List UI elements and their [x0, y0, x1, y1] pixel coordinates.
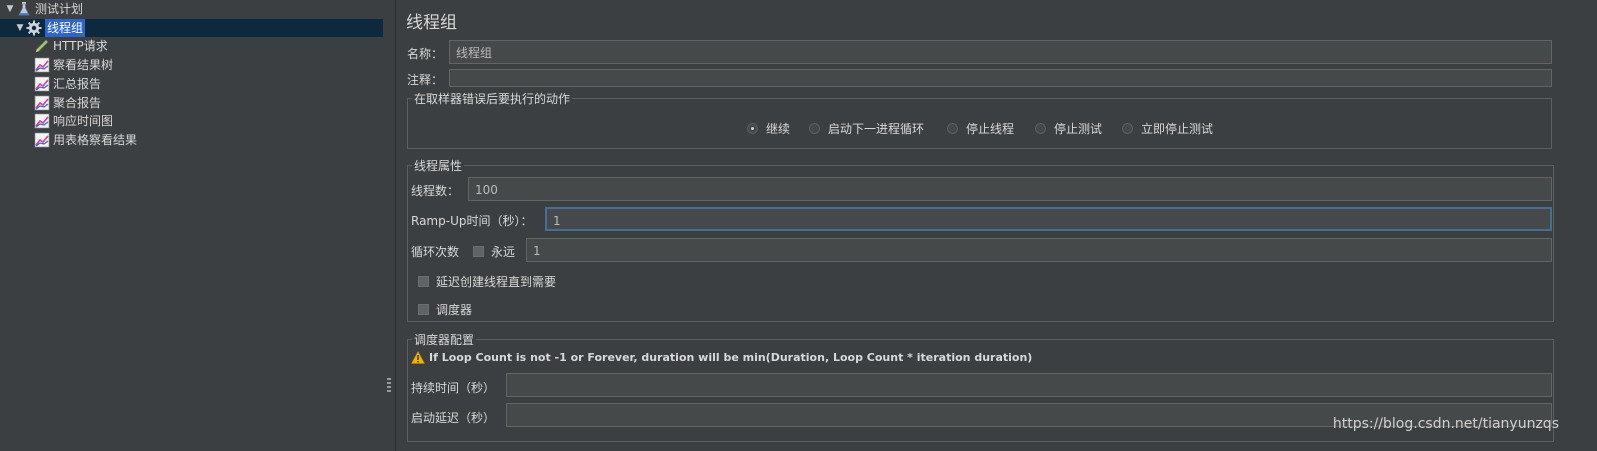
rampup-label: Ramp-Up时间（秒）： [411, 214, 533, 228]
checkbox-label: 延迟创建线程直到需要 [436, 275, 557, 289]
radio-label: 启动下一进程循环 [828, 122, 925, 136]
tree-node-thread-group[interactable]: ▼ 线程组 [0, 19, 383, 37]
tree-node-aggregate-report[interactable]: 聚合报告 [34, 94, 101, 112]
thread-properties-title: 线程属性 [412, 157, 465, 174]
radio-label: 继续 [766, 122, 791, 136]
threads-label: 线程数： [411, 184, 460, 198]
tree-node-test-plan[interactable]: ▼ 测试计划 [4, 0, 83, 18]
tree-label-thread-group: 线程组 [45, 19, 86, 37]
split-pane-divider[interactable] [383, 0, 396, 451]
tree-node-summary-report[interactable]: 汇总报告 [34, 75, 101, 93]
gear-icon [26, 20, 42, 36]
radio-dot[interactable] [947, 123, 958, 134]
divider-grip-icon[interactable] [387, 378, 391, 392]
warning-icon [411, 351, 425, 364]
scheduler-warning: If Loop Count is not -1 or Forever, dura… [411, 351, 1032, 364]
graph-icon [34, 57, 50, 73]
tree-label-test-plan: 测试计划 [35, 2, 84, 16]
radio-label: 立即停止测试 [1141, 122, 1214, 136]
radio-label: 停止线程 [966, 122, 1015, 136]
graph-icon [34, 95, 50, 111]
radio-continue[interactable]: 继续 [747, 120, 790, 137]
checkbox-box[interactable] [418, 304, 429, 315]
comment-label: 注释： [407, 73, 444, 87]
radio-dot[interactable] [1122, 123, 1133, 134]
duration-label: 持续时间（秒） [411, 381, 496, 395]
page-title: 线程组 [406, 13, 457, 33]
tree-node-view-results-table[interactable]: 用表格察看结果 [34, 131, 137, 149]
radio-dot[interactable] [1035, 123, 1046, 134]
name-label: 名称： [407, 47, 444, 61]
graph-icon [34, 76, 50, 92]
name-field[interactable]: 线程组 [449, 40, 1552, 64]
scheduler-config-title: 调度器配置 [412, 331, 477, 348]
comment-field[interactable] [449, 69, 1552, 87]
delay-thread-creation-checkbox[interactable]: 延迟创建线程直到需要 [418, 273, 556, 290]
tree-label: 察看结果树 [53, 58, 114, 72]
tree-label: 聚合报告 [53, 96, 102, 110]
duration-field[interactable] [506, 373, 1552, 397]
checkbox-box[interactable] [473, 246, 484, 257]
radio-start-next-loop[interactable]: 启动下一进程循环 [809, 120, 924, 137]
radio-label: 停止测试 [1054, 122, 1103, 136]
radio-stop-thread[interactable]: 停止线程 [947, 120, 1014, 137]
radio-dot[interactable] [809, 123, 820, 134]
pen-icon [34, 38, 50, 54]
checkbox-label: 永远 [491, 245, 516, 259]
graph-icon [34, 113, 50, 129]
watermark: https://blog.csdn.net/tianyunzqs [1332, 416, 1559, 432]
tree-label: 用表格察看结果 [53, 133, 138, 147]
thread-group-panel: 线程组 名称： 线程组 注释： 在取样器错误后要执行的动作 继续 启动下一进程循… [396, 0, 1597, 451]
rampup-field[interactable]: 1 [545, 207, 1552, 231]
flask-icon [16, 1, 32, 17]
test-plan-tree[interactable]: ▼ 测试计划 ▼ 线程组 HTTP请求 察看结果树 汇总报告 聚合报告 响应时间… [0, 0, 384, 451]
graph-icon [34, 132, 50, 148]
expand-arrow-icon[interactable]: ▼ [14, 19, 26, 37]
threads-field[interactable]: 100 [468, 177, 1552, 201]
expand-arrow-icon[interactable]: ▼ [4, 0, 16, 18]
checkbox-label: 调度器 [436, 303, 473, 317]
loop-count-field[interactable]: 1 [526, 238, 1552, 262]
startup-delay-label: 启动延迟（秒） [411, 411, 496, 425]
loop-count-label: 循环次数 [411, 245, 460, 259]
tree-label: 汇总报告 [53, 77, 102, 91]
forever-checkbox[interactable]: 永远 [473, 243, 515, 260]
tree-node-http-request[interactable]: HTTP请求 [34, 37, 108, 55]
warning-text: If Loop Count is not -1 or Forever, dura… [429, 351, 1033, 364]
tree-node-view-results-tree[interactable]: 察看结果树 [34, 56, 113, 74]
tree-label: HTTP请求 [53, 39, 108, 53]
tree-node-response-time-graph[interactable]: 响应时间图 [34, 112, 113, 130]
error-action-title: 在取样器错误后要执行的动作 [412, 90, 573, 107]
error-action-group: 在取样器错误后要执行的动作 继续 启动下一进程循环 停止线程 停止测试 立即停止… [407, 90, 1552, 149]
radio-dot[interactable] [747, 123, 758, 134]
scheduler-checkbox[interactable]: 调度器 [418, 301, 472, 318]
tree-label: 响应时间图 [53, 114, 114, 128]
radio-stop-test-now[interactable]: 立即停止测试 [1122, 120, 1213, 137]
radio-stop-test[interactable]: 停止测试 [1035, 120, 1102, 137]
checkbox-box[interactable] [418, 276, 429, 287]
